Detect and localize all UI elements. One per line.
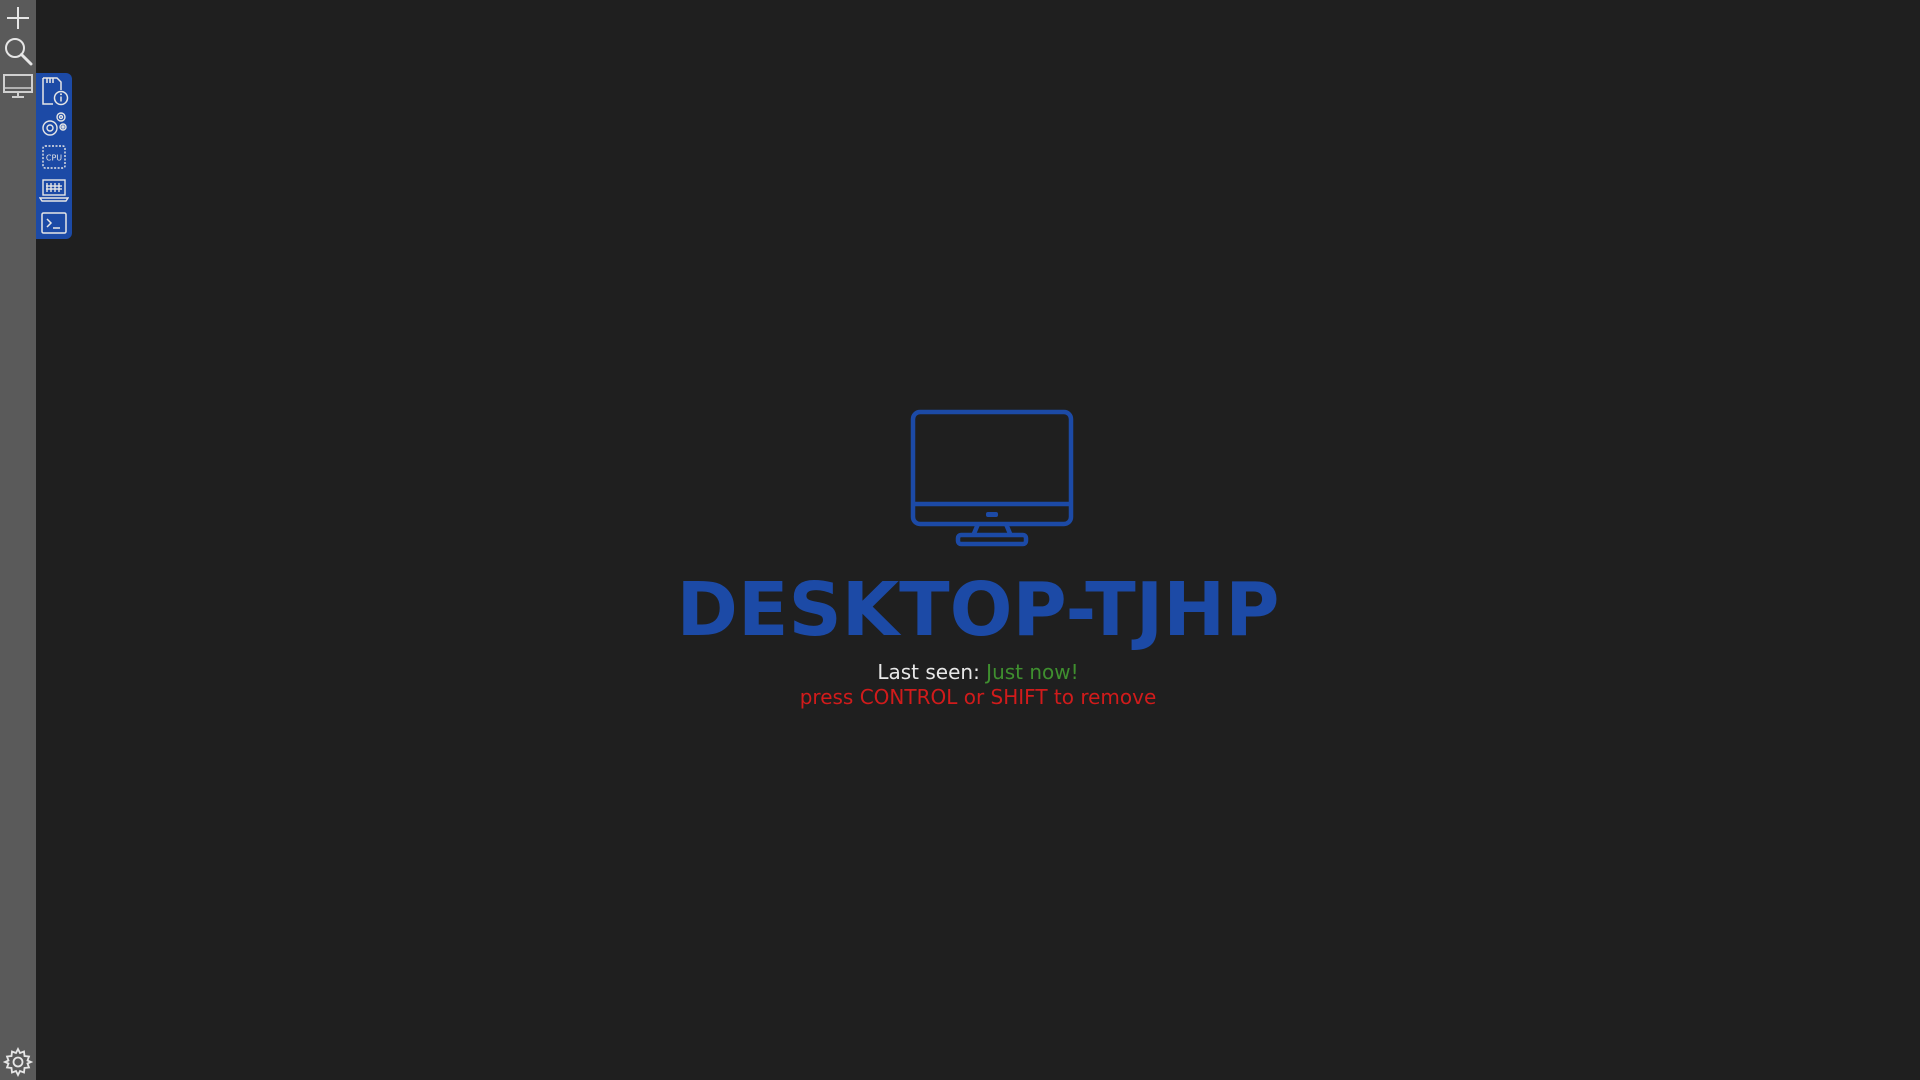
last-seen-label: Last seen:	[877, 660, 987, 684]
search-button[interactable]	[0, 35, 36, 67]
devices-button[interactable]	[0, 70, 36, 102]
last-seen-status: Last seen: Just now!	[36, 659, 1920, 685]
monitor-icon	[3, 74, 33, 98]
remove-hint: press CONTROL or SHIFT to remove	[799, 685, 1157, 709]
add-button[interactable]	[0, 2, 36, 34]
device-hostname: DESKTOP-TJHP	[676, 567, 1280, 653]
gear-icon	[3, 1047, 33, 1077]
search-icon	[5, 38, 33, 66]
sidebar	[0, 0, 36, 1080]
device-view: DESKTOP-TJHP Last seen: Just now! press …	[36, 0, 1920, 1080]
plus-icon	[7, 7, 29, 29]
settings-button[interactable]	[0, 1046, 36, 1078]
last-seen-value: Just now!	[986, 660, 1079, 684]
monitor-icon	[910, 409, 1074, 547]
